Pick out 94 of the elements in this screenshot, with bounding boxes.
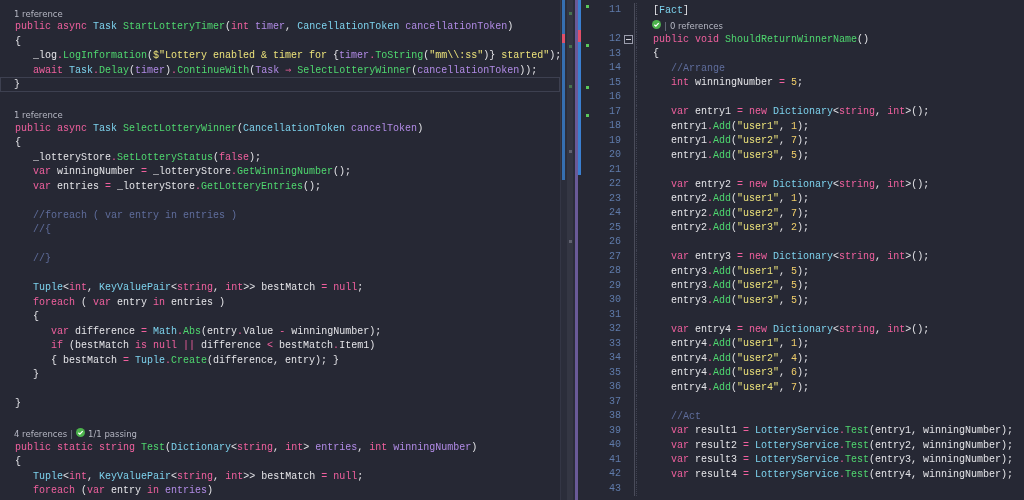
code-line: foreach (var entry in entries) — [32, 484, 215, 499]
check-circle-icon — [76, 428, 85, 438]
code-line: //Act — [670, 409, 702, 424]
line-number: 35 — [609, 366, 621, 379]
line-number: 22 — [609, 178, 621, 191]
code-line: entry4.Add("user3", 6); — [670, 366, 811, 381]
line-number: 36 — [609, 381, 621, 394]
code-line: var result1 = LotteryService.Test(entry1, winningNumber); — [670, 424, 1015, 439]
line-number: 18 — [609, 120, 621, 133]
code-line: entry3.Add("user1", 5); — [670, 264, 811, 279]
code-line: _log.LogInformation($"Lottery enabled & timer for {timer.ToString("mm\\:ss")} started"); — [32, 49, 560, 64]
code-line: { — [32, 310, 40, 325]
line-number: 37 — [609, 395, 621, 408]
line-number: 29 — [609, 279, 621, 292]
line-number: 41 — [609, 453, 621, 466]
check-circle-icon — [652, 20, 661, 30]
code-line: entry2.Add("user3", 2); — [670, 221, 811, 236]
codelens-separator: | — [70, 429, 73, 440]
line-number: 31 — [609, 308, 621, 321]
line-number: 13 — [609, 47, 621, 60]
line-number: 19 — [609, 134, 621, 147]
code-line: int winningNumber = 5; — [670, 76, 805, 91]
code-line: await Task.Delay(timer).ContinueWith(Task ⇒ SelectLotteryWinner(cancellationToken)); — [32, 63, 539, 78]
code-line: entry4.Add("user4", 7); — [670, 380, 811, 395]
line-number: 21 — [609, 163, 621, 176]
codelens-separator: | — [664, 21, 667, 32]
code-line: { — [14, 136, 22, 151]
code-line: entry2.Add("user1", 1); — [670, 192, 811, 207]
code-line: { bestMatch = Tuple.Create(difference, entry); } — [50, 353, 341, 368]
code-line: [Fact] — [652, 3, 691, 18]
code-line: entry3.Add("user3", 5); — [670, 293, 811, 308]
code-line: public static string Test(Dictionary<string, int> entries, int winningNumber) — [14, 440, 479, 455]
line-number: 15 — [609, 76, 621, 89]
line-number: 17 — [609, 105, 621, 118]
code-line: var entry1 = new Dictionary<string, int>(); — [670, 105, 931, 120]
code-line: { — [14, 455, 22, 470]
code-line: foreach ( var entry in entries ) — [32, 295, 227, 310]
line-number: 38 — [609, 410, 621, 423]
code-line: public async Task StartLotteryTimer(int timer, CancellationToken cancellationToken) — [14, 20, 515, 35]
code-line: var entry4 = new Dictionary<string, int>(); — [670, 322, 931, 337]
line-number: 25 — [609, 221, 621, 234]
line-number: 33 — [609, 337, 621, 350]
code-line: entry1.Add("user1", 1); — [670, 119, 811, 134]
code-line: { — [652, 47, 660, 62]
code-line: var difference = Math.Abs(entry.Value - winningNumber); — [50, 324, 383, 339]
code-line: public void ShouldReturnWinnerName() — [652, 32, 871, 47]
line-number: 40 — [609, 439, 621, 452]
line-number: 42 — [609, 468, 621, 481]
code-line: } — [14, 397, 22, 412]
line-number: 43 — [609, 482, 621, 495]
code-line: var entry3 = new Dictionary<string, int>(); — [670, 250, 931, 265]
code-line: if (bestMatch is null || difference < bestMatch.Item1) — [50, 339, 377, 354]
code-line: { — [14, 34, 22, 49]
line-number: 26 — [609, 236, 621, 249]
line-number: 28 — [609, 265, 621, 278]
code-line: var entry2 = new Dictionary<string, int>(); — [670, 177, 931, 192]
code-line: //{ — [32, 223, 52, 238]
line-number: 34 — [609, 352, 621, 365]
line-number: 27 — [609, 250, 621, 263]
code-line: Tuple<int, KeyValuePair<string, int>> bestMatch = null; — [32, 469, 365, 484]
code-line: //} — [32, 252, 52, 267]
line-number: 14 — [609, 62, 621, 75]
line-number: 16 — [609, 91, 621, 104]
code-line: //foreach ( var entry in entries ) — [32, 208, 239, 223]
code-line: entry1.Add("user2", 7); — [670, 134, 811, 149]
collapse-icon[interactable] — [623, 34, 633, 44]
code-line: entry4.Add("user1", 1); — [670, 337, 811, 352]
code-line: entry2.Add("user2", 7); — [670, 206, 811, 221]
code-line: var result4 = LotteryService.Test(entry4, winningNumber); — [670, 467, 1015, 482]
code-line: var result3 = LotteryService.Test(entry3, winningNumber); — [670, 453, 1015, 468]
code-line: entry1.Add("user3", 5); — [670, 148, 811, 163]
code-line: public async Task SelectLotteryWinner(CancellationToken cancelToken) — [14, 121, 425, 136]
line-number: 11 — [609, 4, 621, 17]
code-line: entry4.Add("user2", 4); — [670, 351, 811, 366]
code-line: entry3.Add("user2", 5); — [670, 279, 811, 294]
code-line: var entries = _lotteryStore.GetLotteryEntries(); — [32, 179, 323, 194]
line-number: 20 — [609, 149, 621, 162]
codelens-link[interactable]: 0 references — [669, 21, 723, 32]
codelens-link[interactable]: 1 reference — [14, 110, 63, 121]
line-number: 12 — [609, 33, 621, 46]
line-number: 32 — [609, 323, 621, 336]
codelens-link[interactable]: 1 reference — [14, 8, 63, 20]
line-number: 24 — [609, 207, 621, 220]
codelens-link[interactable]: 4 references — [14, 429, 68, 440]
code-line: Tuple<int, KeyValuePair<string, int>> bestMatch = null; — [32, 281, 365, 296]
code-line: //Arrange — [670, 61, 726, 76]
codelens-link[interactable]: 1/1 passing — [88, 429, 137, 440]
line-number: 39 — [609, 424, 621, 437]
code-line: } — [32, 368, 40, 383]
line-number: 23 — [609, 192, 621, 205]
line-number: 30 — [609, 294, 621, 307]
code-line: _lotteryStore.SetLotteryStatus(false); — [32, 150, 263, 165]
code-line: var winningNumber = _lotteryStore.GetWinningNumber(); — [32, 165, 353, 180]
code-line: var result2 = LotteryService.Test(entry2, winningNumber); — [670, 438, 1015, 453]
